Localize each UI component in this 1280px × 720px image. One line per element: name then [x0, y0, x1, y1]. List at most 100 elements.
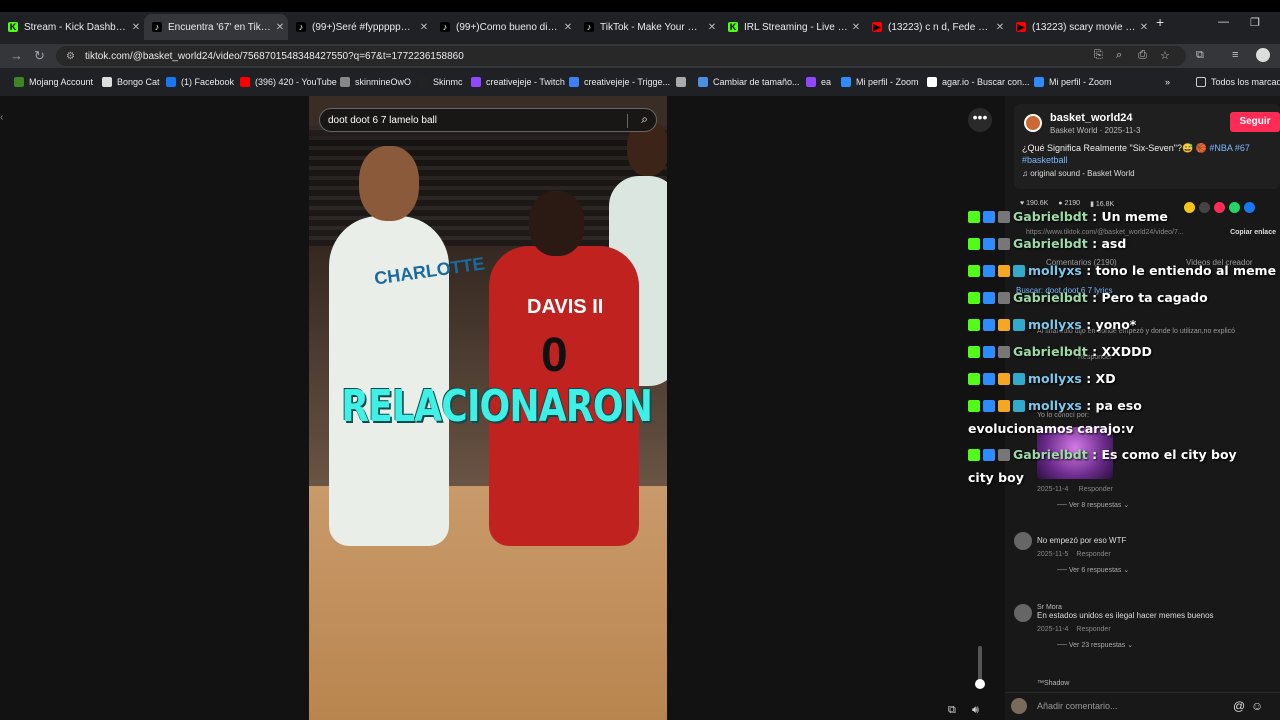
creator-avatar[interactable]	[1024, 114, 1042, 132]
close-tab-icon[interactable]: ✕	[560, 22, 576, 33]
video-search-bar[interactable]: doot doot 6 7 lamelo ball ⌕	[319, 108, 657, 132]
bookmark-item[interactable]: Skinmc	[418, 77, 463, 87]
chat-username[interactable]: mollyxs	[1028, 398, 1082, 413]
sound-text: original sound - Basket World	[1030, 169, 1135, 178]
reply-link[interactable]: Responder	[1076, 551, 1110, 558]
tab-title: TikTok - Make Your Day	[600, 21, 704, 33]
jersey-number-text: 0	[541, 329, 568, 382]
chat-username[interactable]: Gabrielbdt	[1013, 236, 1088, 251]
translate-icon[interactable]: ⎘	[1094, 49, 1103, 62]
chat-badge-icon	[1013, 372, 1025, 385]
chat-badges	[968, 369, 1028, 391]
close-tab-icon[interactable]: ✕	[848, 22, 864, 33]
chat-badge-icon	[998, 318, 1010, 331]
chat-badge-icon	[983, 399, 995, 412]
comment-item-3: ™Shadow	[1037, 680, 1070, 687]
zoom-icon[interactable]: ⌕	[1116, 49, 1122, 62]
tab-3[interactable]: ♪ (99+)Como bueno dice de✕	[432, 14, 576, 40]
creator-username[interactable]: basket_world24	[1050, 112, 1133, 124]
comment-item-1: No empezó por eso WTF 2025-11-5 Responder…	[1037, 536, 1130, 574]
chat-username[interactable]: mollyxs	[1028, 263, 1082, 278]
search-divider	[627, 114, 628, 128]
view-replies-link[interactable]: ── Ver 8 respuestas ⌄	[1057, 501, 1129, 509]
all-bookmarks-folder[interactable]: Todos los marcadores	[1196, 77, 1280, 87]
bookmark-item[interactable]: creativejeje - Trigge...	[569, 77, 670, 87]
chat-username[interactable]: Gabrielbdt	[1013, 344, 1088, 359]
chat-username[interactable]: Gabrielbdt	[1013, 290, 1088, 305]
site-settings-icon[interactable]: ⚙	[66, 51, 75, 62]
tab-4[interactable]: ♪ TikTok - Make Your Day ✕	[576, 14, 720, 40]
tiktok-page: ‹ CHARLOTTE DAVIS II 0 RELACIONARON doot…	[0, 96, 1280, 720]
bookmark-item[interactable]: creativejeje - Twitch	[471, 77, 565, 87]
back-icon[interactable]: →	[10, 48, 23, 63]
tab-favicon-icon: ♪	[152, 22, 162, 32]
creator-subtitle: Basket World · 2025-11-3	[1050, 126, 1141, 135]
chat-text: : asd	[1092, 236, 1127, 251]
tab-1[interactable]: ♪ Encuentra '67' en TikTok ✕	[144, 14, 288, 40]
minimize-button[interactable]: —	[1218, 16, 1229, 28]
bookmark-favicon-icon	[166, 77, 176, 87]
media-icon[interactable]: ≡	[1232, 49, 1238, 61]
bookmark-item[interactable]: Bongo Cat	[102, 77, 160, 87]
tab-0[interactable]: K Stream - Kick Dashboard ✕	[0, 14, 144, 40]
comment-input[interactable]: Añadir comentario...	[1037, 701, 1118, 711]
bookmark-item[interactable]: ea	[806, 77, 831, 87]
close-tab-icon[interactable]: ✕	[704, 22, 720, 33]
tab-2[interactable]: ♪ (99+)Seré #fypppppppp ✕	[288, 14, 432, 40]
search-icon[interactable]: ⌕	[641, 112, 648, 127]
comment-avatar[interactable]	[1014, 604, 1032, 622]
chat-username[interactable]: mollyxs	[1028, 317, 1082, 332]
cast-icon[interactable]: ⎙	[1138, 49, 1147, 62]
chat-username[interactable]: mollyxs	[1028, 371, 1082, 386]
video-player[interactable]: CHARLOTTE DAVIS II 0 RELACIONARON	[309, 96, 667, 720]
close-tab-icon[interactable]: ✕	[416, 22, 432, 33]
reply-link[interactable]: Responder	[1079, 486, 1113, 493]
bookmark-favicon-icon	[676, 77, 686, 87]
sound-link[interactable]: ♫ original sound - Basket World	[1022, 169, 1135, 178]
bookmark-item[interactable]: Mojang Account	[14, 77, 93, 87]
url-field[interactable]: ⚙ tiktok.com/@basket_world24/video/75687…	[56, 46, 1186, 66]
extensions-icon[interactable]: ⧉	[1196, 49, 1204, 62]
bookmark-label: Mojang Account	[29, 77, 94, 87]
bookmark-item[interactable]: Mi perfil - Zoom	[841, 77, 919, 87]
chat-badge-icon	[968, 345, 980, 358]
close-tab-icon[interactable]: ✕	[272, 22, 288, 33]
close-tab-icon[interactable]: ✕	[1136, 22, 1152, 33]
bookmark-item[interactable]: Cambiar de tamaño...	[698, 77, 800, 87]
close-tab-icon[interactable]: ✕	[992, 22, 1008, 33]
view-replies-link[interactable]: ── Ver 6 respuestas ⌄	[1057, 566, 1129, 574]
close-tab-icon[interactable]: ✕	[128, 22, 144, 33]
pip-icon[interactable]: ⧉	[948, 704, 956, 717]
emoji-icon[interactable]: ☺	[1251, 699, 1263, 713]
bookmarks-overflow-icon[interactable]: »	[1165, 77, 1170, 87]
volume-slider-knob[interactable]	[975, 679, 985, 689]
tab-5[interactable]: K IRL Streaming - Live Strea✕	[720, 14, 864, 40]
chat-username[interactable]: Gabrielbdt	[1013, 447, 1088, 462]
mention-icon[interactable]: @	[1233, 699, 1245, 713]
follow-button[interactable]: Seguir	[1230, 112, 1280, 132]
comment-avatar[interactable]	[1014, 532, 1032, 550]
tab-7[interactable]: ▶ (13223) scary movie 7 tra ✕	[1008, 14, 1152, 40]
bookmark-item[interactable]	[676, 77, 691, 87]
more-options-icon[interactable]: •••	[968, 108, 992, 132]
tab-favicon-icon: ▶	[872, 22, 882, 32]
reload-icon[interactable]: ↻	[34, 48, 45, 64]
volume-icon[interactable]: 🔊︎	[972, 704, 979, 717]
chat-message: Gabrielbdt : Pero ta cagado	[968, 287, 1280, 310]
profile-avatar[interactable]	[1256, 48, 1270, 62]
view-replies-link[interactable]: ── Ver 23 respuestas ⌄	[1057, 641, 1214, 649]
new-tab-button[interactable]: +	[1156, 14, 1164, 30]
chat-username[interactable]: Gabrielbdt	[1013, 209, 1088, 224]
chat-badge-icon	[998, 399, 1010, 412]
tab-6[interactable]: ▶ (13223) c n d, Fede Guelm✕	[864, 14, 1008, 40]
bookmark-item[interactable]: Mi perfil - Zoom	[1034, 77, 1112, 87]
reply-link[interactable]: Responder	[1076, 626, 1110, 633]
bookmark-item[interactable]: (396) 420 - YouTube	[240, 77, 337, 87]
bookmark-item[interactable]: (1) Facebook	[166, 77, 234, 87]
collapse-icon[interactable]: ‹	[0, 112, 3, 123]
bookmark-star-icon[interactable]: ☆	[1160, 49, 1170, 62]
restore-button[interactable]: ❐	[1250, 16, 1260, 29]
bookmark-item[interactable]: agar.io - Buscar con...	[927, 77, 1030, 87]
bookmark-favicon-icon	[471, 77, 481, 87]
bookmark-item[interactable]: skinmineOwO	[340, 77, 411, 87]
